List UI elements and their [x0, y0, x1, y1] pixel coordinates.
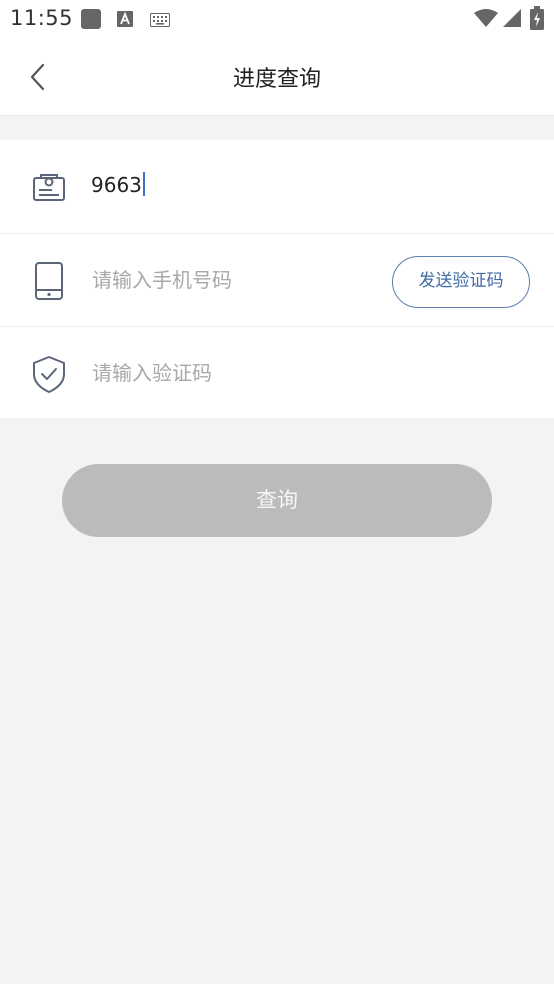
phone-icon	[30, 262, 68, 300]
text-caret	[142, 172, 145, 196]
keyboard-icon	[150, 12, 170, 31]
query-button[interactable]: 查询	[62, 464, 492, 537]
shield-check-icon	[30, 355, 68, 393]
text-a-icon	[116, 10, 134, 32]
id-row: 9663	[0, 140, 554, 232]
query-form: 9663 发送验证码	[0, 140, 554, 418]
status-bar: 11:55	[0, 0, 554, 38]
battery-charging-icon	[530, 6, 544, 34]
id-value: 9663	[91, 173, 142, 197]
phone-input[interactable]	[92, 260, 372, 300]
code-input[interactable]	[92, 353, 372, 393]
wifi-icon	[474, 8, 498, 32]
phone-row: 发送验证码	[0, 233, 554, 325]
app-notification-icon	[80, 8, 102, 34]
nav-bar: 进度查询	[0, 38, 554, 116]
id-input[interactable]: 9663	[91, 172, 145, 197]
page-title: 进度查询	[232, 67, 321, 92]
code-row	[0, 326, 554, 418]
signal-icon	[502, 8, 522, 32]
send-code-button[interactable]: 发送验证码	[392, 256, 530, 308]
id-card-icon	[30, 168, 68, 206]
status-time: 11:55	[10, 6, 74, 30]
